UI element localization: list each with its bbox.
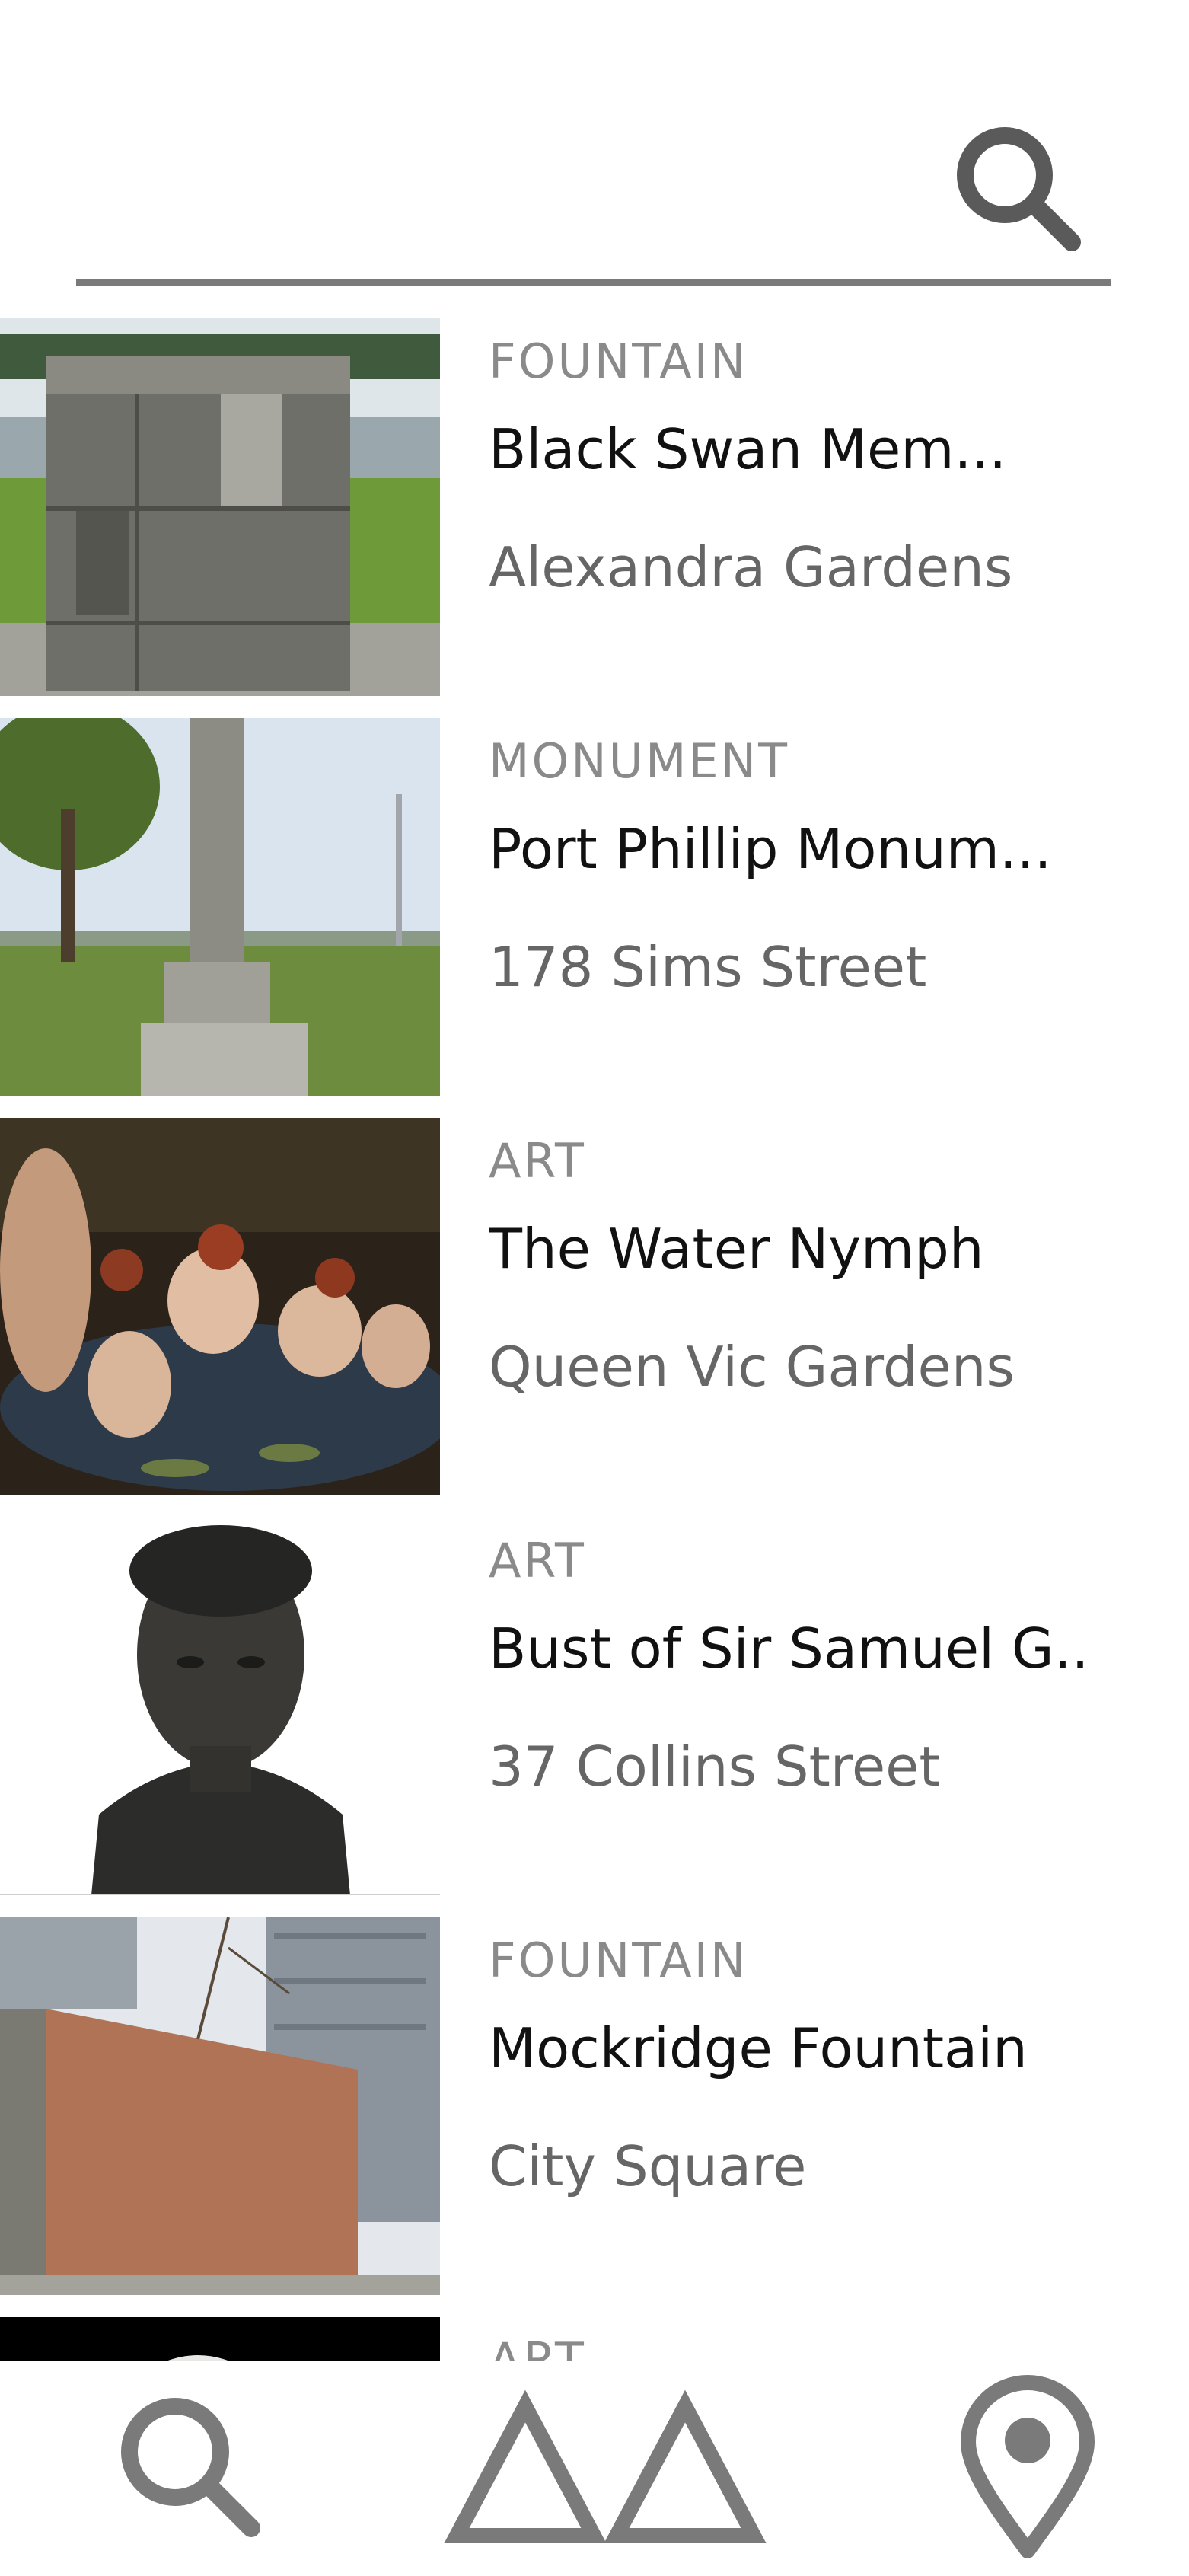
item-location: 37 Collins Street [489,1735,941,1799]
item-category: ART [489,1133,586,1189]
item-location: 178 Sims Street [489,935,927,999]
stone-pedestal-photo [0,318,440,696]
list-item[interactable]: FOUNTAIN Black Swan Mem... Alexandra Gar… [0,318,1189,699]
item-category: MONUMENT [489,733,789,789]
item-name: The Water Nymph [489,1217,984,1281]
nav-monuments-button[interactable] [434,2376,784,2558]
search-underline [76,279,1111,286]
nav-map-button[interactable] [936,2368,1119,2566]
item-location: Alexandra Gardens [489,535,1013,599]
item-location: Queen Vic Gardens [489,1335,1015,1399]
nav-search-button[interactable] [99,2376,282,2558]
item-category: FOUNTAIN [489,1933,748,1988]
painting-photo [0,1118,440,1495]
map-pin-icon [961,2375,1095,2558]
list-item[interactable]: ART Bust of Sir Samuel G.. 37 Collins St… [0,1518,1189,1898]
item-category: FOUNTAIN [489,334,748,389]
item-category: ART [489,1533,586,1588]
search-icon [957,127,1081,251]
item-name: Port Phillip Monum... [489,817,1052,881]
item-name: Black Swan Mem... [489,417,1007,481]
list-item[interactable]: FOUNTAIN Mockridge Fountain City Square [0,1917,1189,2298]
search-bar [76,0,1111,286]
bottom-nav [0,2361,1189,2576]
bronze-bust-photo [0,1518,440,1895]
item-name: Bust of Sir Samuel G.. [489,1617,1089,1681]
sculpture-photo [0,2317,440,2361]
monuments-icon [444,2389,767,2543]
item-location: City Square [489,2134,807,2198]
search-icon [121,2398,260,2537]
fountain-wall-photo [0,1917,440,2295]
results-list[interactable]: FOUNTAIN Black Swan Mem... Alexandra Gar… [0,318,1189,2361]
item-name: Mockridge Fountain [489,2016,1028,2080]
search-button[interactable] [936,107,1104,274]
search-input[interactable] [76,107,916,260]
obelisk-photo [0,718,440,1096]
list-item[interactable]: MONUMENT Port Phillip Monum... 178 Sims … [0,718,1189,1099]
list-item[interactable]: ART [0,2317,1189,2361]
item-category: ART [489,2332,586,2361]
list-item[interactable]: ART The Water Nymph Queen Vic Gardens [0,1118,1189,1499]
